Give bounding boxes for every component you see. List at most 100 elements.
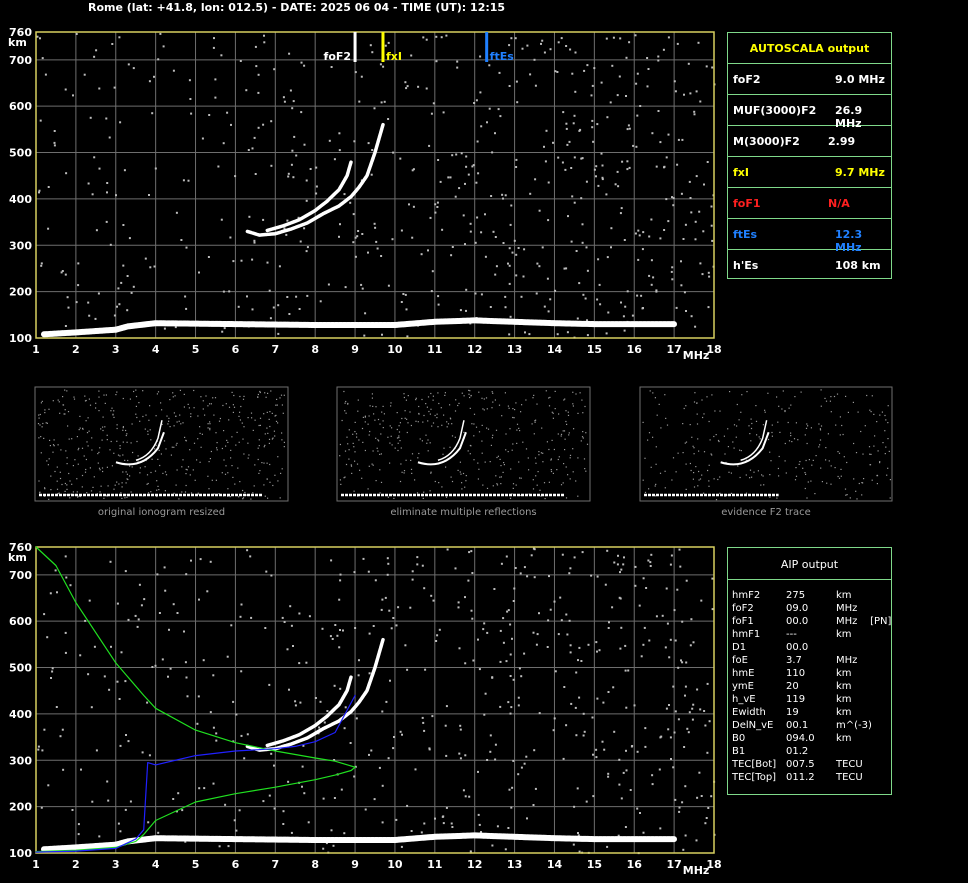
noise-speckle xyxy=(625,706,628,709)
thumbnail-speckle xyxy=(545,390,547,392)
noise-speckle xyxy=(307,821,310,824)
thumbnail-speckle xyxy=(154,470,157,472)
noise-speckle xyxy=(198,787,201,790)
thumbnail-speckle xyxy=(519,430,521,432)
thumbnail-speckle xyxy=(391,444,393,446)
noise-speckle xyxy=(395,818,398,821)
thumbnail-speckle xyxy=(95,407,97,409)
noise-speckle xyxy=(611,606,614,609)
thumbnail-speckle xyxy=(398,425,400,427)
thumbnail-speckle xyxy=(247,417,249,419)
thumbnail-speckle xyxy=(77,449,79,451)
noise-speckle xyxy=(172,69,175,72)
noise-speckle xyxy=(185,246,188,249)
thumbnail-speckle xyxy=(855,452,858,454)
thumbnail-speckle xyxy=(58,401,60,403)
thumbnail-speckle xyxy=(465,475,467,477)
noise-speckle xyxy=(681,138,684,141)
thumbnail-speckle xyxy=(69,480,71,482)
thumbnail-speckle xyxy=(741,394,743,396)
noise-speckle xyxy=(634,34,637,37)
noise-speckle xyxy=(688,711,691,714)
aip-row-value: 011.2 xyxy=(786,772,815,783)
noise-speckle xyxy=(536,633,539,636)
noise-speckle xyxy=(439,180,442,183)
thumbnail-speckle xyxy=(207,405,209,407)
noise-speckle xyxy=(580,157,583,160)
noise-speckle xyxy=(673,731,676,734)
y-tick-label: 600 xyxy=(9,100,32,113)
noise-speckle xyxy=(484,213,486,216)
thumbnail-speckle xyxy=(254,419,256,421)
noise-speckle xyxy=(507,701,510,704)
thumbnail-speckle xyxy=(387,436,389,438)
noise-speckle xyxy=(282,96,285,99)
noise-speckle xyxy=(376,247,379,250)
aip-row-name: B1 xyxy=(732,746,746,757)
noise-speckle xyxy=(91,193,94,196)
thumbnail-speckle xyxy=(450,476,452,478)
noise-speckle xyxy=(283,100,286,103)
noise-speckle xyxy=(543,145,545,148)
thumbnail-speckle xyxy=(819,439,822,441)
noise-speckle xyxy=(651,774,654,777)
thumbnail-speckle xyxy=(280,394,283,396)
thumbnail-speckle xyxy=(64,490,66,492)
thumbnail-speckle xyxy=(804,472,806,474)
noise-speckle xyxy=(685,579,688,582)
noise-speckle xyxy=(560,37,563,40)
thumbnail-speckle xyxy=(855,490,857,492)
noise-speckle xyxy=(283,621,286,623)
thumbnail-speckle xyxy=(263,462,265,464)
thumbnail-speckle xyxy=(830,465,832,467)
noise-speckle xyxy=(338,132,341,135)
thumbnail-speckle xyxy=(644,457,646,459)
noise-speckle xyxy=(84,619,87,622)
noise-speckle xyxy=(477,172,480,175)
thumbnail-speckle xyxy=(447,423,450,425)
noise-speckle xyxy=(298,612,301,615)
thumbnail-speckle xyxy=(767,392,769,394)
thumbnail-speckle xyxy=(224,473,227,475)
thumbnail-speckle xyxy=(160,402,162,404)
thumbnail-speckle xyxy=(499,476,501,478)
noise-speckle xyxy=(625,749,627,752)
thumbnail-speckle xyxy=(84,395,86,397)
noise-speckle xyxy=(90,706,93,709)
thumbnail-speckle xyxy=(542,461,544,463)
noise-speckle xyxy=(94,317,97,320)
thumbnail-speckle xyxy=(703,413,705,415)
thumbnail-speckle xyxy=(165,448,167,450)
thumbnail-speckle xyxy=(46,422,48,424)
thumbnail-speckle xyxy=(398,435,400,437)
thumbnail-speckle xyxy=(175,415,177,417)
thumbnail-speckle xyxy=(808,459,810,461)
thumbnail-speckle xyxy=(499,458,501,460)
noise-speckle xyxy=(423,587,426,590)
noise-speckle xyxy=(518,667,521,670)
thumbnail-speckle xyxy=(782,390,784,392)
aip-row-value: 119 xyxy=(786,694,806,705)
thumbnail-speckle xyxy=(746,391,748,393)
thumbnail-speckle xyxy=(371,397,373,399)
noise-speckle xyxy=(482,628,485,631)
noise-speckle xyxy=(669,563,672,566)
thumbnail-speckle xyxy=(708,464,710,466)
noise-speckle xyxy=(685,310,687,312)
noise-speckle xyxy=(286,219,289,222)
noise-speckle xyxy=(116,680,119,683)
noise-speckle xyxy=(406,335,409,338)
thumbnail-speckle xyxy=(736,403,738,406)
noise-speckle xyxy=(130,291,133,294)
thumbnail-speckle xyxy=(346,436,348,438)
noise-speckle xyxy=(623,556,625,559)
aip-row-value: --- xyxy=(786,629,797,640)
thumbnail-speckle xyxy=(368,434,370,436)
noise-speckle xyxy=(336,634,339,637)
thumbnail-speckle xyxy=(847,411,849,413)
noise-speckle xyxy=(401,733,403,736)
noise-speckle xyxy=(648,639,651,642)
noise-speckle xyxy=(88,314,91,317)
noise-speckle xyxy=(441,815,444,818)
thumbnail-speckle xyxy=(345,463,348,466)
